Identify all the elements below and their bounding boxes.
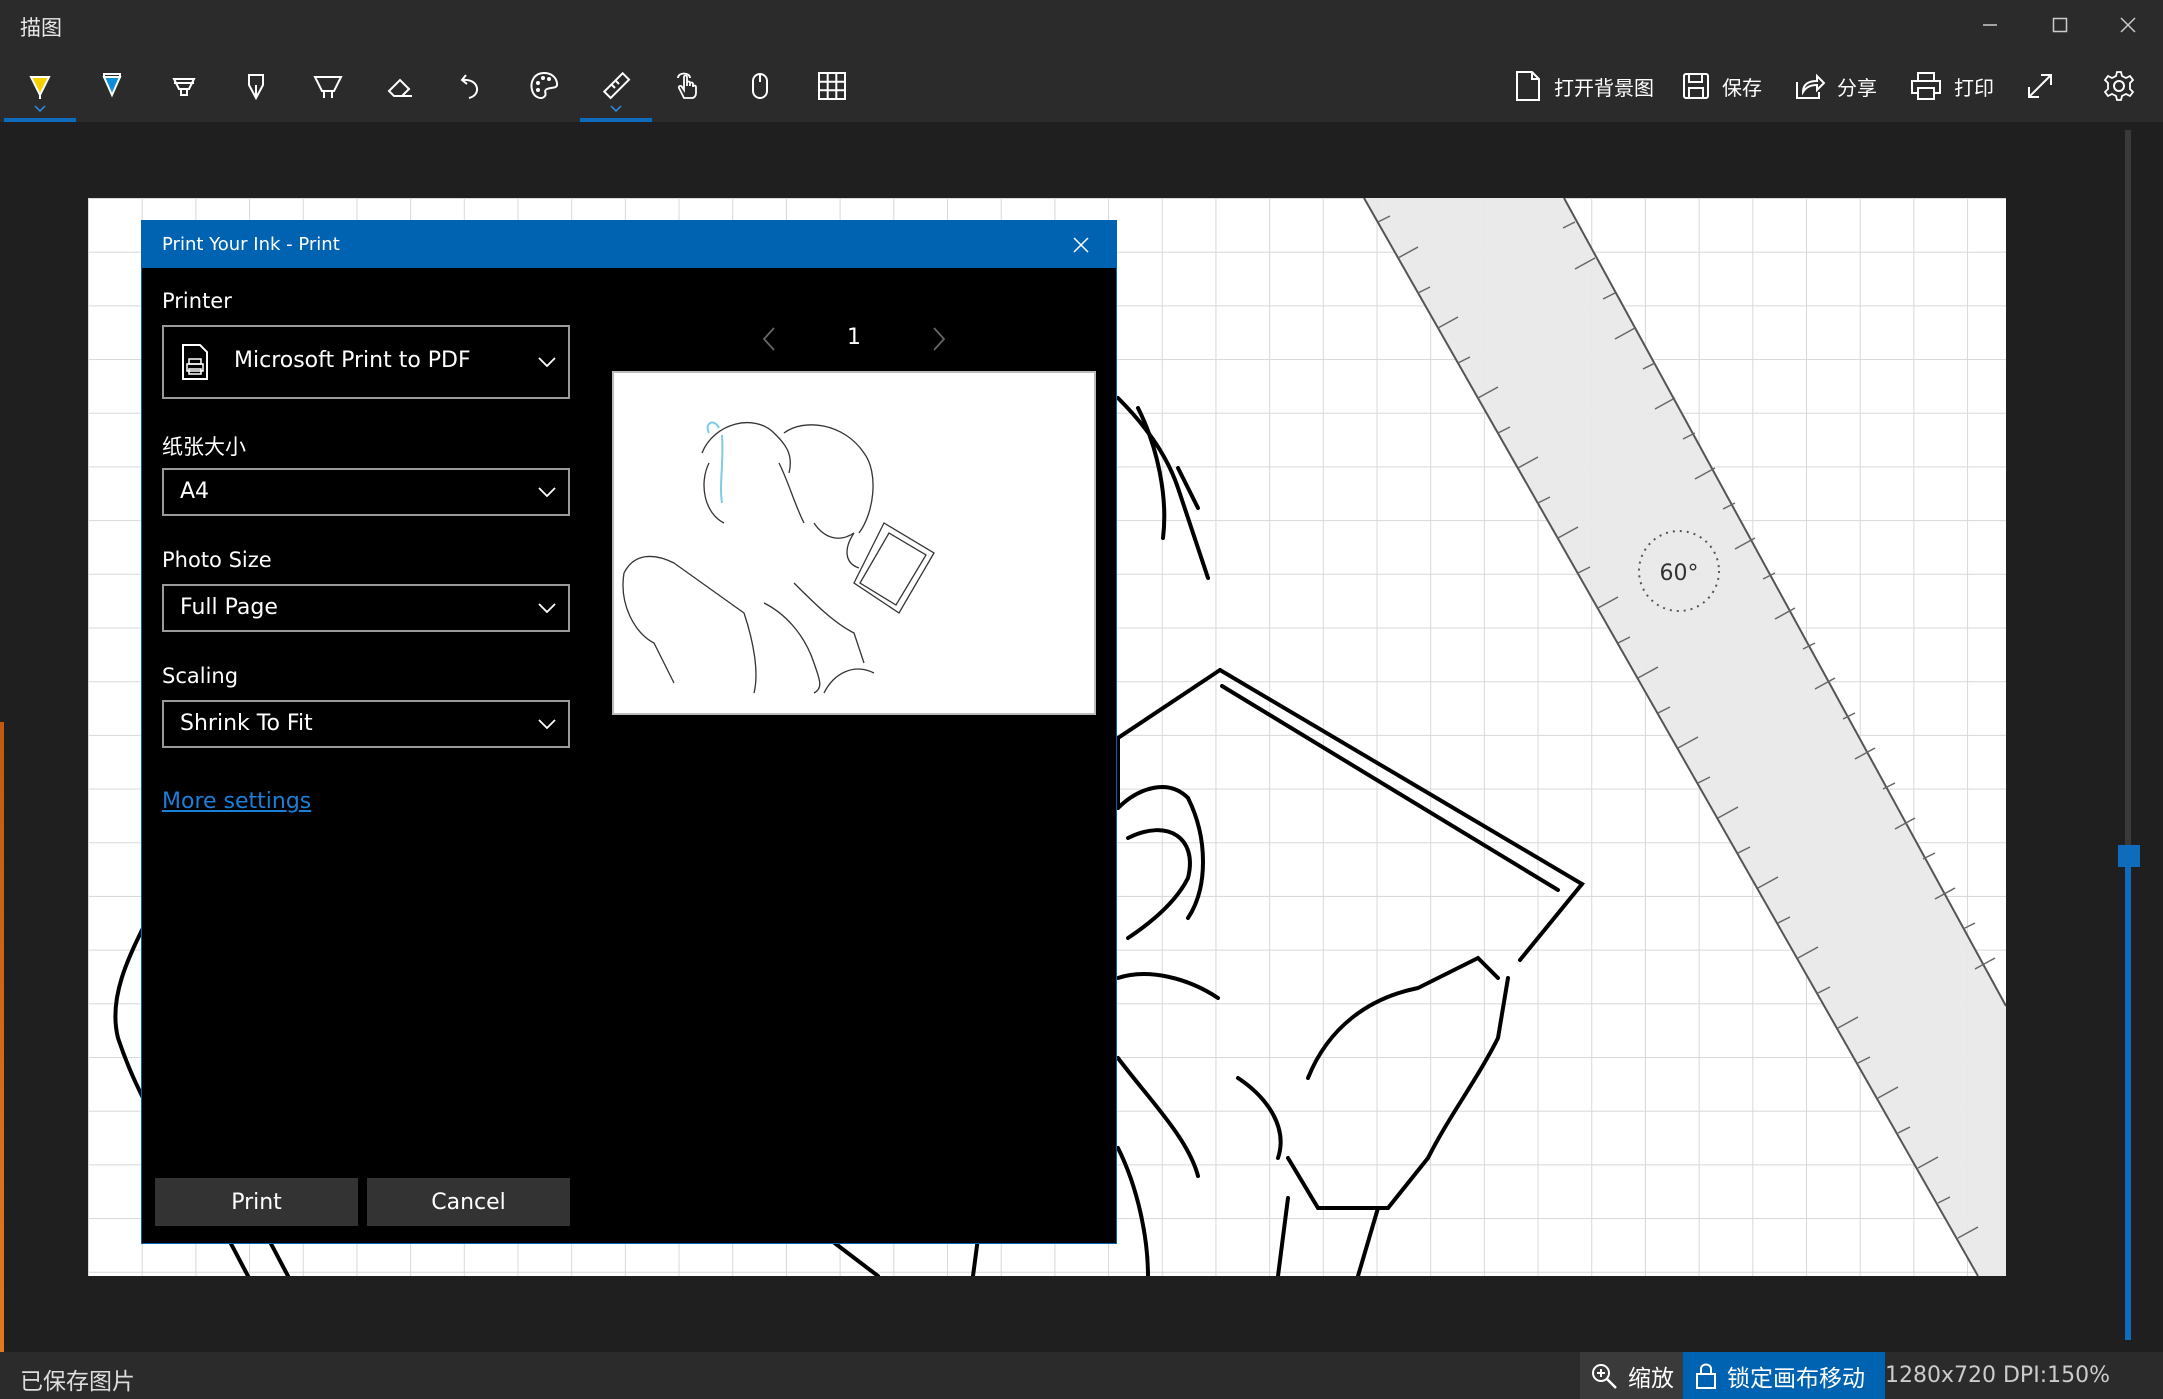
palette-icon xyxy=(530,71,559,99)
printer-document-icon xyxy=(182,344,208,380)
save-icon xyxy=(1683,73,1709,99)
scaling-label: Scaling xyxy=(162,664,239,688)
printer-icon xyxy=(1911,72,1941,100)
print-button[interactable]: 打印 xyxy=(1910,50,1994,122)
open-background-button[interactable]: 打开背景图 xyxy=(1514,50,1654,122)
print-dialog: Print Your Ink - Print Printer Microsoft… xyxy=(141,220,1117,1244)
save-label: 保存 xyxy=(1722,75,1762,100)
print-preview xyxy=(612,371,1096,715)
cancel-button[interactable]: Cancel xyxy=(367,1178,570,1226)
page-number: 1 xyxy=(847,325,861,350)
minimize-button[interactable] xyxy=(1955,0,2025,50)
close-button[interactable] xyxy=(2093,0,2163,50)
zoom-slider-thumb[interactable] xyxy=(2118,845,2140,867)
lock-icon xyxy=(1696,1363,1716,1389)
fullscreen-button[interactable] xyxy=(2025,50,2055,122)
lock-label: 锁定画布移动 xyxy=(1727,1365,1865,1392)
more-settings-link[interactable]: More settings xyxy=(162,789,311,814)
printer-select[interactable]: Microsoft Print to PDF xyxy=(162,325,570,399)
undo-icon xyxy=(460,74,478,99)
chevron-down-icon xyxy=(538,719,556,729)
eraser-icon xyxy=(387,78,412,97)
photo-size-select[interactable]: Full Page xyxy=(162,584,570,632)
close-icon xyxy=(1073,236,1089,253)
ruler-overlay: 60° xyxy=(1363,198,2006,1276)
touch-writing-icon xyxy=(677,72,697,99)
share-label: 分享 xyxy=(1837,75,1877,100)
chevron-down-icon xyxy=(538,357,556,367)
zoom-label: 缩放 xyxy=(1628,1365,1674,1392)
highlighter-icon xyxy=(172,78,196,96)
toolbar: 打开背景图 保存 分享 打印 xyxy=(0,50,2163,122)
marker-icon xyxy=(313,76,343,98)
page-navigator: 1 xyxy=(612,319,1096,359)
mouse-tool[interactable] xyxy=(724,50,796,122)
window-edge-accent xyxy=(0,722,4,1352)
mouse-icon xyxy=(752,73,768,99)
zoom-icon xyxy=(1592,1363,1617,1389)
app-title: 描图 xyxy=(20,16,62,40)
title-bar: 描图 xyxy=(0,0,2163,50)
scaling-value: Shrink To Fit xyxy=(180,711,313,736)
chevron-down-icon xyxy=(538,603,556,613)
eraser-tool[interactable] xyxy=(364,50,436,122)
calligraphy-pen-icon xyxy=(248,74,264,101)
pencil-icon xyxy=(102,73,122,98)
paper-size-value: A4 xyxy=(180,479,210,504)
save-button[interactable]: 保存 xyxy=(1682,50,1762,122)
undo-tool[interactable] xyxy=(436,50,508,122)
ballpoint-pen-tool[interactable] xyxy=(4,50,76,122)
paper-size-label: 纸张大小 xyxy=(162,435,246,459)
color-palette-tool[interactable] xyxy=(508,50,580,122)
ballpoint-pen-icon xyxy=(29,76,51,99)
dialog-title-bar: Print Your Ink - Print xyxy=(142,221,1116,268)
lock-canvas-toggle[interactable]: 锁定画布移动 xyxy=(1683,1352,1885,1399)
expand-icon xyxy=(2028,74,2052,98)
highlighter-tool[interactable] xyxy=(148,50,220,122)
status-bar: 已保存图片 缩放 锁定画布移动 1280x720 DPI:150% xyxy=(0,1352,2163,1399)
paper-size-select[interactable]: A4 xyxy=(162,468,570,516)
canvas-dimensions: 1280x720 DPI:150% xyxy=(1885,1352,2110,1399)
marker-tool[interactable] xyxy=(292,50,364,122)
dialog-close-button[interactable] xyxy=(1046,221,1116,268)
zoom-slider-fill xyxy=(2125,860,2131,1340)
share-button[interactable]: 分享 xyxy=(1795,50,1877,122)
preview-sketch xyxy=(622,421,935,694)
dialog-title: Print Your Ink - Print xyxy=(162,234,340,255)
open-file-icon xyxy=(1516,71,1540,101)
share-icon xyxy=(1796,73,1825,99)
touch-writing-tool[interactable] xyxy=(652,50,724,122)
printer-label: Printer xyxy=(162,289,232,313)
photo-size-label: Photo Size xyxy=(162,548,272,572)
calligraphy-pen-tool[interactable] xyxy=(220,50,292,122)
status-saved-text: 已保存图片 xyxy=(20,1369,135,1395)
dimensions-text: 1280x720 DPI:150% xyxy=(1885,1363,2110,1388)
zoom-button[interactable]: 缩放 xyxy=(1580,1352,1690,1399)
open-background-label: 打开背景图 xyxy=(1554,75,1654,100)
pencil-tool[interactable] xyxy=(76,50,148,122)
grid-tool[interactable] xyxy=(796,50,868,122)
settings-button[interactable] xyxy=(2103,50,2135,122)
ruler-tool[interactable] xyxy=(580,50,652,122)
scaling-select[interactable]: Shrink To Fit xyxy=(162,700,570,748)
gear-icon xyxy=(2103,71,2135,101)
chevron-down-icon xyxy=(538,487,556,497)
grid-icon xyxy=(818,72,846,100)
printer-value: Microsoft Print to PDF xyxy=(234,348,471,373)
photo-size-value: Full Page xyxy=(180,595,278,620)
ruler-icon xyxy=(602,71,631,100)
print-label: 打印 xyxy=(1954,75,1994,100)
ruler-angle-readout: 60° xyxy=(1660,561,1699,586)
next-page-icon[interactable] xyxy=(932,327,946,351)
maximize-button[interactable] xyxy=(2025,0,2095,50)
print-confirm-button[interactable]: Print xyxy=(155,1178,358,1226)
